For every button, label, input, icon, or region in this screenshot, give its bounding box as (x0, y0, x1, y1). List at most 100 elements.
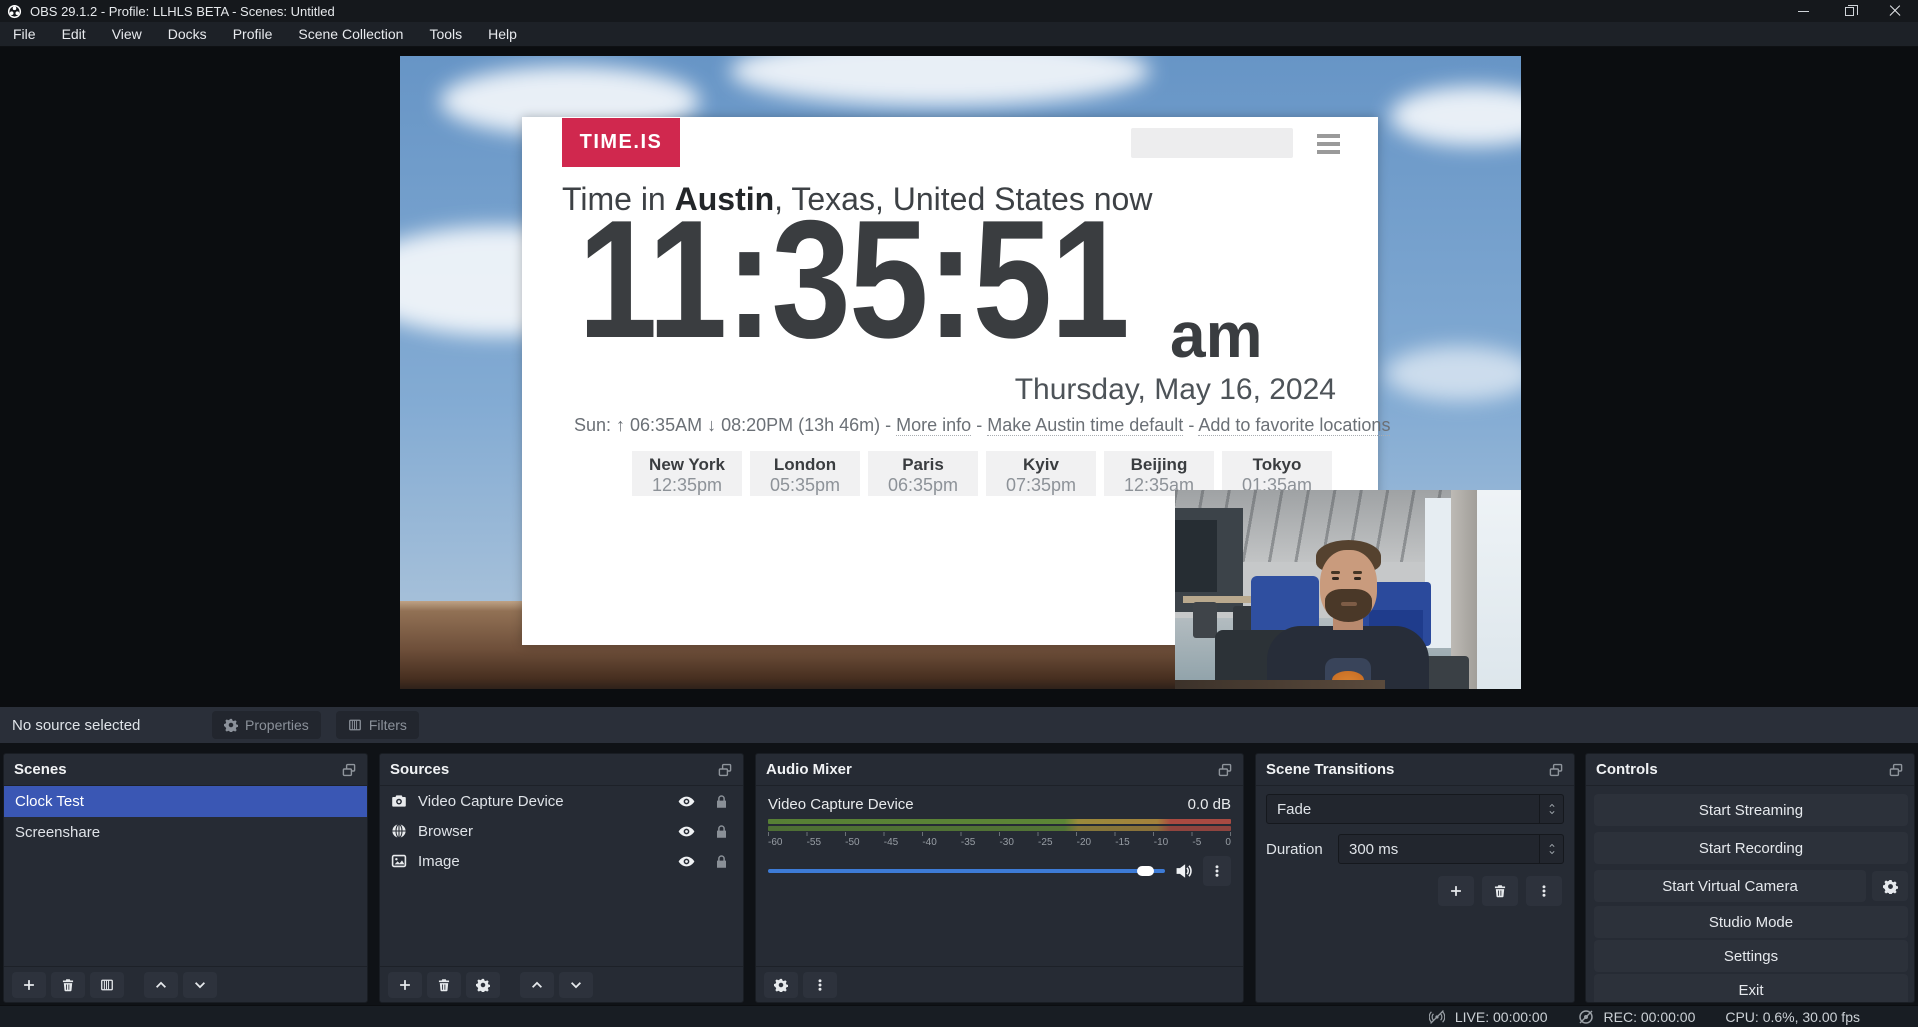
city-kyiv[interactable]: Kyiv07:35pm (986, 451, 1096, 496)
move-scene-down-button[interactable] (183, 972, 217, 998)
chevron-down-icon (569, 978, 583, 992)
virtual-camera-settings-button[interactable] (1872, 871, 1908, 901)
menu-scene-collection[interactable]: Scene Collection (285, 26, 416, 42)
mixer-options-button[interactable] (1203, 856, 1231, 886)
selection-status: No source selected (12, 717, 212, 734)
move-source-down-button[interactable] (559, 972, 593, 998)
scenes-header: Scenes (4, 754, 367, 786)
source-properties-button[interactable] (466, 972, 500, 998)
mixer-menu-button[interactable] (803, 972, 837, 998)
eye-icon[interactable] (678, 823, 695, 840)
filters-icon (100, 978, 114, 992)
add-scene-button[interactable] (12, 972, 46, 998)
kebab-icon (1537, 884, 1551, 898)
city-name: Kyiv (986, 455, 1096, 475)
source-item-browser[interactable]: Browser (380, 816, 743, 846)
add-source-button[interactable] (388, 972, 422, 998)
lock-icon[interactable] (714, 854, 729, 869)
make-default-link[interactable]: Make Austin time default (987, 415, 1183, 436)
city-paris[interactable]: Paris06:35pm (868, 451, 978, 496)
more-info-link[interactable]: More info (896, 415, 971, 436)
popout-icon[interactable] (1548, 762, 1564, 778)
advanced-audio-icon (774, 978, 788, 992)
chevron-up-icon (1547, 802, 1557, 809)
tick-label: -5 (1192, 837, 1201, 848)
menu-profile[interactable]: Profile (220, 26, 286, 42)
popout-icon[interactable] (717, 762, 733, 778)
volume-slider-handle[interactable] (1137, 866, 1154, 876)
menu-file[interactable]: File (0, 26, 49, 42)
scene-canvas[interactable]: TIME.IS Time in Austin, Texas, United St… (400, 56, 1521, 689)
city-newyork[interactable]: New York12:35pm (632, 451, 742, 496)
office-dark-window (1175, 520, 1217, 592)
menu-help[interactable]: Help (475, 26, 530, 42)
live-timer: LIVE: 00:00:00 (1455, 1009, 1548, 1025)
popout-icon[interactable] (341, 762, 357, 778)
webcam-overlay[interactable] (1175, 490, 1521, 689)
start-virtual-camera-button[interactable]: Start Virtual Camera (1594, 870, 1866, 902)
meter-ruler: -60 -55 -50 -45 -40 -35 -30 -25 -20 -15 … (768, 832, 1231, 848)
settings-button[interactable]: Settings (1594, 940, 1908, 972)
move-scene-up-button[interactable] (144, 972, 178, 998)
exit-button[interactable]: Exit (1594, 974, 1908, 1003)
timeis-logo[interactable]: TIME.IS (562, 118, 680, 167)
search-input[interactable] (1131, 128, 1293, 158)
trash-icon (1493, 884, 1507, 898)
title-bar: OBS 29.1.2 - Profile: LLHLS BETA - Scene… (0, 0, 1918, 22)
tick-label: -35 (961, 837, 975, 848)
lock-icon[interactable] (714, 794, 729, 809)
office-chair (1193, 602, 1217, 638)
lock-icon[interactable] (714, 824, 729, 839)
studio-mode-button[interactable]: Studio Mode (1594, 906, 1908, 938)
source-item-video-capture[interactable]: Video Capture Device (380, 786, 743, 816)
clock-time: 11:35:51 (578, 195, 1128, 363)
start-recording-button[interactable]: Start Recording (1594, 832, 1908, 864)
remove-source-button[interactable] (427, 972, 461, 998)
eye-icon[interactable] (678, 853, 695, 870)
city-london[interactable]: London05:35pm (750, 451, 860, 496)
city-name: Beijing (1104, 455, 1214, 475)
menu-tools[interactable]: Tools (416, 26, 475, 42)
transition-options-button[interactable] (1526, 876, 1562, 906)
start-streaming-button[interactable]: Start Streaming (1594, 794, 1908, 826)
properties-button[interactable]: Properties (212, 711, 321, 739)
city-time: 12:35pm (632, 475, 742, 496)
minimize-icon (1798, 11, 1809, 12)
remove-transition-button[interactable] (1482, 876, 1518, 906)
transition-select-arrows[interactable] (1539, 795, 1563, 823)
menu-view[interactable]: View (99, 26, 155, 42)
city-time: 06:35pm (868, 475, 978, 496)
volume-slider[interactable] (768, 869, 1165, 873)
duration-spin-arrows[interactable] (1539, 835, 1563, 863)
scene-item-screenshare[interactable]: Screenshare (4, 817, 367, 848)
scene-item-clock-test[interactable]: Clock Test (4, 786, 367, 817)
tick-label: -20 (1077, 837, 1091, 848)
speaker-icon[interactable] (1175, 862, 1193, 880)
audio-mixer-panel: Audio Mixer Video Capture Device 0.0 dB … (755, 753, 1244, 1003)
move-source-up-button[interactable] (520, 972, 554, 998)
menu-docks[interactable]: Docks (155, 26, 220, 42)
duration-spinbox[interactable]: 300 ms (1338, 834, 1564, 864)
popout-icon[interactable] (1888, 762, 1904, 778)
city-time: 07:35pm (986, 475, 1096, 496)
chevron-up-icon (530, 978, 544, 992)
tick-label: -50 (845, 837, 859, 848)
scene-filters-button[interactable] (90, 972, 124, 998)
close-icon (1889, 5, 1901, 17)
popout-icon[interactable] (1217, 762, 1233, 778)
filters-button[interactable]: Filters (336, 711, 419, 739)
minimize-button[interactable] (1780, 0, 1826, 22)
preview-area: TIME.IS Time in Austin, Texas, United St… (0, 47, 1918, 707)
close-button[interactable] (1872, 0, 1918, 22)
eye-icon[interactable] (678, 793, 695, 810)
maximize-button[interactable] (1826, 0, 1872, 22)
remove-scene-button[interactable] (51, 972, 85, 998)
hamburger-icon[interactable] (1317, 134, 1340, 154)
source-item-image[interactable]: Image (380, 846, 743, 876)
add-transition-button[interactable] (1438, 876, 1474, 906)
transition-select[interactable]: Fade (1266, 794, 1564, 824)
advanced-audio-button[interactable] (764, 972, 798, 998)
menu-edit[interactable]: Edit (49, 26, 99, 42)
volume-slider-row (768, 856, 1231, 886)
add-favorite-link[interactable]: Add to favorite locations (1198, 415, 1390, 436)
